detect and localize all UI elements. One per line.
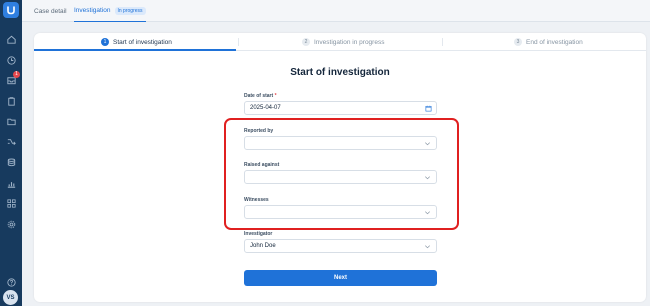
apps-icon[interactable]: [5, 197, 17, 209]
logo-icon: [7, 6, 15, 15]
tab-investigation-label: Investigation: [74, 7, 111, 14]
investigator-label: Investigator: [244, 231, 273, 237]
user-avatar[interactable]: VS: [3, 290, 18, 305]
tab-investigation[interactable]: Investigation In progress: [74, 0, 146, 22]
step-number: 3: [514, 38, 522, 46]
date-of-start-label-text: Date of start: [244, 93, 274, 99]
inbox-icon[interactable]: 1: [5, 71, 20, 86]
top-tab-bar: Case detail Investigation In progress: [22, 0, 650, 22]
step-label: End of investigation: [526, 38, 583, 46]
step-number: 2: [302, 38, 310, 46]
shuffle-icon[interactable]: [5, 135, 17, 147]
clock-icon[interactable]: [5, 54, 17, 66]
clipboard-icon[interactable]: [5, 95, 17, 107]
help-icon[interactable]: [5, 276, 17, 288]
step-divider: [442, 38, 443, 46]
date-of-start-input[interactable]: 2025-04-07: [244, 101, 437, 115]
status-badge: In progress: [114, 6, 146, 15]
tab-case-detail-label: Case detail: [34, 7, 67, 15]
investigator-select[interactable]: John Doe: [244, 239, 437, 253]
next-button[interactable]: Next: [244, 270, 437, 286]
step-label: Investigation in progress: [314, 38, 385, 46]
settings-icon[interactable]: [5, 218, 17, 230]
step-label: Start of investigation: [113, 38, 172, 46]
stepper: 1 Start of investigation 2 Investigation…: [34, 33, 646, 51]
active-step-indicator: [34, 49, 236, 51]
step-number: 1: [101, 38, 109, 46]
home-icon[interactable]: [5, 33, 17, 45]
chevron-down-icon: [425, 245, 430, 249]
date-of-start-label: Date of start *: [244, 93, 277, 99]
chart-icon[interactable]: [5, 177, 17, 189]
tab-case-detail[interactable]: Case detail: [34, 0, 67, 22]
required-marker: *: [274, 93, 277, 99]
sidebar: 1 VS: [0, 0, 22, 306]
step-2[interactable]: 2 Investigation in progress: [302, 33, 384, 51]
form-title: Start of investigation: [290, 67, 390, 78]
calendar-icon[interactable]: [425, 105, 432, 112]
step-3[interactable]: 3 End of investigation: [514, 33, 583, 51]
highlight-box: [224, 118, 459, 230]
folder-icon[interactable]: [5, 115, 17, 127]
step-divider: [238, 38, 239, 46]
date-of-start-value: 2025-04-07: [250, 105, 281, 111]
app-logo[interactable]: [3, 2, 19, 18]
investigator-value: John Doe: [250, 243, 276, 249]
database-icon[interactable]: [5, 156, 17, 168]
notification-badge: 1: [13, 71, 20, 78]
